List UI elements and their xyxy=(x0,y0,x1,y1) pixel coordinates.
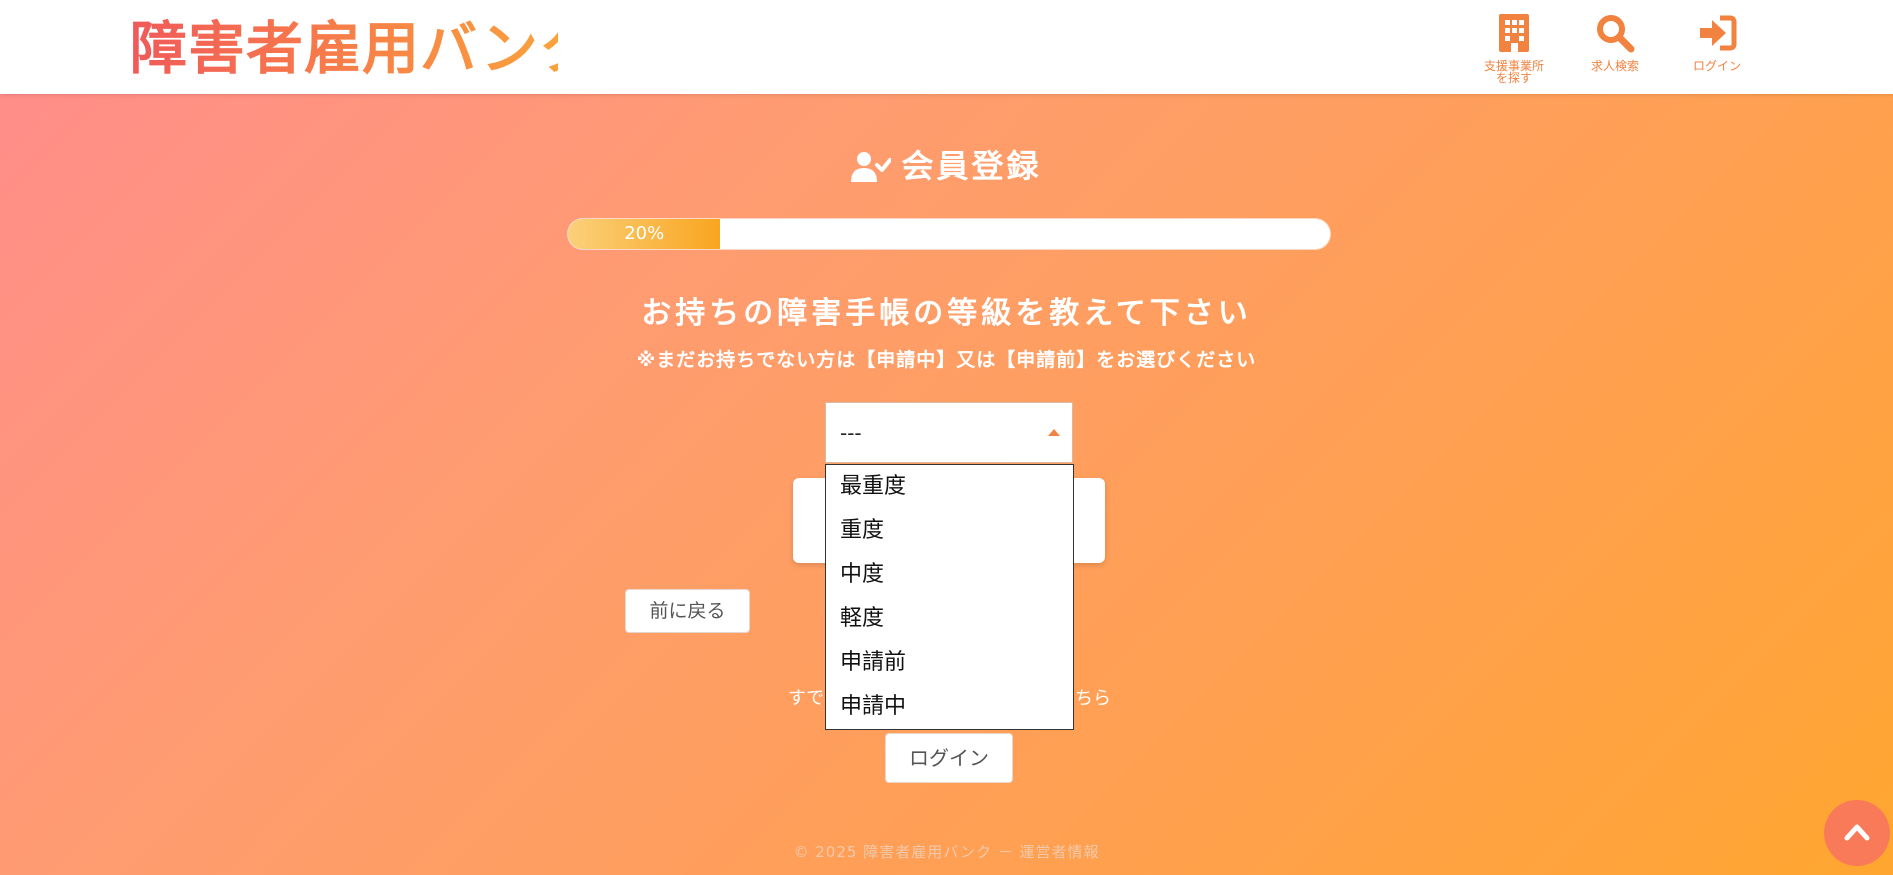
search-icon xyxy=(1597,15,1635,53)
scroll-to-top-button[interactable] xyxy=(1824,800,1890,866)
nav-find-support-office[interactable]: 支援事業所 を探す xyxy=(1469,12,1559,84)
select-current-value: --- xyxy=(840,421,862,445)
chevron-up-icon xyxy=(1844,824,1870,841)
nav-job-search-label: 求人検索 xyxy=(1590,59,1639,73)
nav-job-search[interactable]: 求人検索 xyxy=(1570,12,1660,72)
already-member-text-end: ちら xyxy=(1075,688,1111,709)
nav-find-support-office-label: 支援事業所 を探す xyxy=(1483,59,1544,85)
sign-in-icon xyxy=(1700,15,1737,51)
site-logo[interactable]: 障害者雇用バンク xyxy=(130,18,596,80)
login-button[interactable]: ログイン xyxy=(885,733,1013,783)
footer-copyright: © 2025 障害者雇用バンク － 運営者情報 xyxy=(793,843,1100,861)
question-heading: お持ちの障害手帳の等級を教えて下さい xyxy=(641,296,1252,331)
question-note: ※まだお持ちでない方は【申請中】又は【申請前】をお選びください xyxy=(636,349,1257,371)
progress-bar: 20% xyxy=(568,219,1330,249)
option-severe[interactable]: 重度 xyxy=(826,509,1073,553)
site-header: 障害者雇用バンク 支援事業所 を探す 求人検索 ログイン xyxy=(0,0,1893,94)
user-check-icon xyxy=(851,152,893,182)
building-icon xyxy=(1499,14,1529,52)
progress-fill: 20% xyxy=(568,219,721,249)
option-mild[interactable]: 軽度 xyxy=(826,597,1073,641)
page-title-text: 会員登録 xyxy=(901,147,1042,185)
option-moderate[interactable]: 中度 xyxy=(826,553,1073,597)
nav-login[interactable]: ログイン xyxy=(1672,12,1762,72)
option-applying[interactable]: 申請中 xyxy=(826,685,1073,729)
nav-login-label: ログイン xyxy=(1692,59,1741,73)
back-button[interactable]: 前に戻る xyxy=(625,589,750,633)
caret-up-icon xyxy=(1048,429,1060,436)
disability-grade-options: 最重度 重度 中度 軽度 申請前 申請中 xyxy=(825,464,1074,730)
disability-grade-select[interactable]: --- xyxy=(825,402,1073,463)
already-member-text-start: すで xyxy=(788,688,825,709)
option-most-severe[interactable]: 最重度 xyxy=(826,465,1073,509)
page-title: 会員登録 xyxy=(0,143,1893,189)
option-before-application[interactable]: 申請前 xyxy=(826,641,1073,685)
